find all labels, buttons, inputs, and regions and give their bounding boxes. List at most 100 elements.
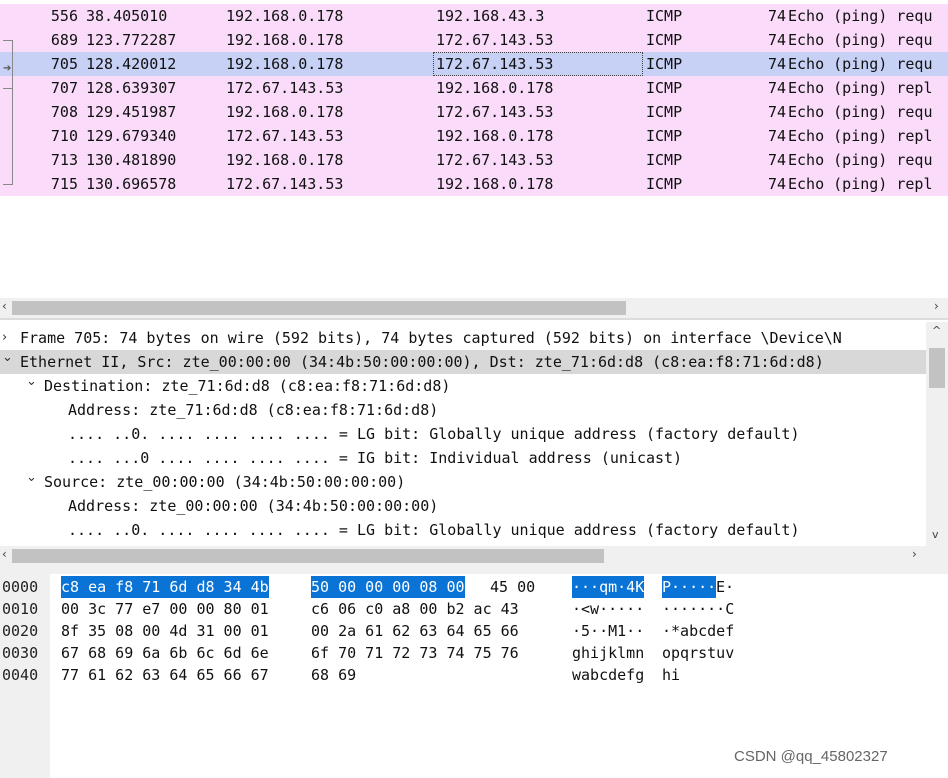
byte-offset: 0030 <box>2 644 39 662</box>
packet-src-cell: 172.67.143.53 <box>226 79 344 97</box>
watermark: CSDN @qq_45802327 <box>734 748 888 765</box>
bytes-row: 0020 8f 35 08 00 4d 31 00 01 00 2a 61 62 6… <box>0 620 948 642</box>
scroll-left-icon[interactable]: ‹ <box>2 299 7 313</box>
scroll-right-icon[interactable]: › <box>912 547 917 561</box>
packet-row[interactable]: 715 130.696578 172.67.143.53 192.168.0.178 I… <box>0 172 948 196</box>
detail-text: Address: zte_00:00:00 (34:4b:50:00:00:00… <box>68 497 439 515</box>
scrollbar-thumb[interactable] <box>929 348 945 388</box>
ascii-bytes[interactable]: P····· <box>662 576 717 598</box>
packet-row[interactable]: 710 129.679340 172.67.143.53 192.168.0.178 I… <box>0 124 948 148</box>
expanded-chevron-icon[interactable]: ⌄ <box>2 346 13 370</box>
packet-time-cell: 130.696578 <box>86 175 177 193</box>
packet-row[interactable]: 556 38.405010 192.168.0.178 192.168.43.3 ICM… <box>0 4 948 28</box>
packet-no-cell: 556 <box>50 7 78 25</box>
packet-no-cell: 708 <box>50 103 78 121</box>
scroll-right-icon[interactable]: › <box>934 299 939 313</box>
expanded-chevron-icon[interactable]: ⌄ <box>26 370 37 394</box>
packet-list: 556 38.405010 192.168.0.178 192.168.43.3 ICM… <box>0 0 948 298</box>
detail-text: Source: zte_00:00:00 (34:4b:50:00:00:00) <box>44 473 406 491</box>
pane-divider[interactable] <box>0 318 948 320</box>
packet-time-cell: 38.405010 <box>86 7 168 25</box>
packet-info-cell: Echo (ping) requ <box>788 103 933 121</box>
byte-offset: 0020 <box>2 622 39 640</box>
packet-dst-cell: 192.168.43.3 <box>436 7 545 25</box>
packet-len-cell: 74 <box>767 127 786 145</box>
packet-proto-cell: ICMP <box>646 175 683 193</box>
scroll-up-icon[interactable]: ^ <box>932 324 941 337</box>
packet-time-cell: 130.481890 <box>86 151 177 169</box>
hex-bytes[interactable]: 50 00 00 00 08 00 <box>311 576 465 598</box>
detail-tree-item[interactable]: › Frame 705: 74 bytes on wire (592 bits),… <box>0 326 926 350</box>
packet-row[interactable]: 689 123.772287 192.168.0.178 172.67.143.53 I… <box>0 28 948 52</box>
scroll-down-icon[interactable]: v <box>932 528 939 541</box>
packet-len-cell: 74 <box>767 55 786 73</box>
packet-row[interactable]: 713 130.481890 192.168.0.178 172.67.143.53 I… <box>0 148 948 172</box>
hex-bytes[interactable]: c6 06 c0 a8 00 b2 ac 43 <box>311 598 519 620</box>
ascii-bytes[interactable]: ···qm·4K <box>572 576 645 598</box>
packet-details-tree: › Frame 705: 74 bytes on wire (592 bits),… <box>0 322 948 546</box>
bytes-row: 0010 00 3c 77 e7 00 00 80 01 c6 06 c0 a8 0… <box>0 598 948 620</box>
packet-len-cell: 74 <box>767 175 786 193</box>
packet-no-cell: 707 <box>50 79 78 97</box>
detail-tree-item[interactable]: ⌄ Destination: zte_71:6d:d8 (c8:ea:f8:71:… <box>0 374 926 398</box>
hex-bytes[interactable]: 00 3c 77 e7 00 00 80 01 <box>61 598 269 620</box>
packet-dst-cell: 192.168.0.178 <box>436 175 554 193</box>
detail-text: Address: zte_71:6d:d8 (c8:ea:f8:71:6d:d8… <box>68 401 439 419</box>
conversation-bracket-tick <box>3 88 13 89</box>
details-vscrollbar[interactable]: ^ v <box>926 322 948 546</box>
expanded-chevron-icon[interactable]: ⌄ <box>26 466 37 490</box>
conversation-bracket-end <box>3 184 13 185</box>
hex-bytes[interactable]: 67 68 69 6a 6b 6c 6d 6e <box>61 642 269 664</box>
detail-tree-item[interactable]: ⌄ Source: zte_00:00:00 (34:4b:50:00:00:00… <box>0 470 926 494</box>
detail-tree-item[interactable]: ⌄ Ethernet II, Src: zte_00:00:00 (34:4b:5… <box>0 350 926 374</box>
detail-tree-item[interactable]: .... ..0. .... .... .... .... = LG bit: … <box>0 422 926 446</box>
packet-src-cell: 192.168.0.178 <box>226 103 344 121</box>
hex-bytes[interactable]: 77 61 62 63 64 65 66 67 <box>61 664 269 686</box>
detail-text: .... ..0. .... .... .... .... = LG bit: … <box>68 521 800 539</box>
hex-bytes[interactable]: 00 2a 61 62 63 64 65 66 <box>311 620 519 642</box>
packet-row[interactable]: 708 129.451987 192.168.0.178 172.67.143.53 I… <box>0 100 948 124</box>
conversation-bracket <box>12 40 13 184</box>
packet-time-cell: 128.420012 <box>86 55 177 73</box>
ascii-bytes[interactable]: ·<w····· <box>572 598 644 620</box>
detail-tree-item[interactable]: Address: zte_00:00:00 (34:4b:50:00:00:00… <box>0 494 926 518</box>
hex-bytes[interactable]: 8f 35 08 00 4d 31 00 01 <box>61 620 269 642</box>
ascii-bytes[interactable]: opqrstuv <box>662 642 734 664</box>
ascii-bytes[interactable]: E· <box>716 576 734 598</box>
packet-no-cell: 715 <box>50 175 78 193</box>
packet-dst-cell: 172.67.143.53 <box>436 31 554 49</box>
hex-bytes[interactable]: c8 ea f8 71 6d d8 34 4b <box>61 576 269 598</box>
packet-dst-cell: 172.67.143.53 <box>436 151 554 169</box>
scroll-left-icon[interactable]: ‹ <box>2 547 7 561</box>
packet-row[interactable]: 707 128.639307 172.67.143.53 192.168.0.178 I… <box>0 76 948 100</box>
detail-tree-item[interactable]: .... ..0. .... .... .... .... = LG bit: … <box>0 518 926 542</box>
packet-row[interactable]: 705 128.420012 192.168.0.178 172.67.143.53 I… <box>0 52 948 76</box>
detail-tree-item[interactable]: .... ...0 .... .... .... .... = IG bit: … <box>0 446 926 470</box>
ascii-bytes[interactable]: ghijklmn <box>572 642 644 664</box>
packet-dst-cell: 192.168.0.178 <box>436 127 554 145</box>
packet-src-cell: 172.67.143.53 <box>226 127 344 145</box>
hex-bytes[interactable]: 68 69 <box>311 664 356 686</box>
scrollbar-thumb[interactable] <box>12 549 604 563</box>
hex-bytes[interactable]: 45 00 <box>481 576 535 598</box>
ascii-bytes[interactable]: wabcdefg <box>572 664 644 686</box>
ascii-bytes[interactable]: ·······C <box>662 598 734 620</box>
details-hscrollbar[interactable]: ‹ › <box>0 546 948 566</box>
packet-src-cell: 192.168.0.178 <box>226 7 344 25</box>
pane-divider[interactable] <box>0 566 948 574</box>
ascii-bytes[interactable]: ·*abcdef <box>662 620 734 642</box>
scrollbar-thumb[interactable] <box>12 301 626 315</box>
ascii-bytes[interactable]: hi <box>662 664 680 686</box>
detail-tree-item[interactable]: Address: zte_71:6d:d8 (c8:ea:f8:71:6d:d8… <box>0 398 926 422</box>
packet-len-cell: 74 <box>767 7 786 25</box>
detail-text: .... ...0 .... .... .... .... = IG bit: … <box>68 449 683 467</box>
hex-bytes[interactable]: 6f 70 71 72 73 74 75 76 <box>311 642 519 664</box>
packet-list-hscrollbar[interactable]: ‹ › <box>0 298 948 318</box>
packet-len-cell: 74 <box>767 103 786 121</box>
packet-dst-cell: 172.67.143.53 <box>436 103 554 121</box>
packet-time-cell: 128.639307 <box>86 79 177 97</box>
detail-text: .... ..0. .... .... .... .... = LG bit: … <box>68 425 800 443</box>
ascii-bytes[interactable]: ·5··M1·· <box>572 620 644 642</box>
packet-proto-cell: ICMP <box>646 55 683 73</box>
detail-text: Frame 705: 74 bytes on wire (592 bits), … <box>20 329 842 347</box>
